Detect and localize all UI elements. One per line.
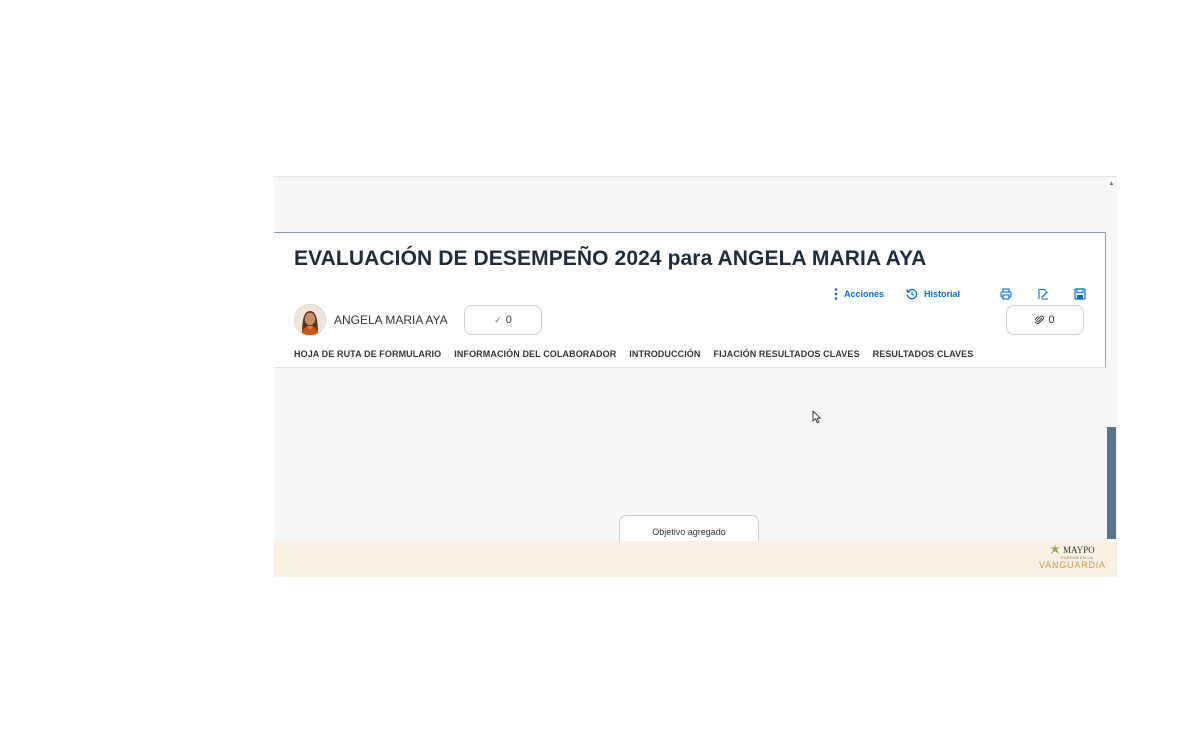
completed-counter-button[interactable]: ✓ 0 xyxy=(464,305,542,335)
app-window: EVALUACIÓN DE DESEMPEÑO 2024 para ANGELA… xyxy=(274,176,1117,577)
actions-button[interactable]: Acciones xyxy=(834,288,884,300)
object-page-header: EVALUACIÓN DE DESEMPEÑO 2024 para ANGELA… xyxy=(274,232,1106,368)
page-title: EVALUACIÓN DE DESEMPEÑO 2024 para ANGELA… xyxy=(294,247,927,270)
company-logo: MAYPO FUERZA EN LA VANGUARDIA xyxy=(1039,542,1105,576)
completed-count: 0 xyxy=(505,314,512,326)
header-toolbar: Acciones Historial xyxy=(834,285,1091,303)
star-icon xyxy=(1049,544,1061,555)
employee-name: ANGELA MARIA AYA xyxy=(334,313,448,327)
top-band xyxy=(274,177,1106,232)
attachments-button[interactable]: 0 xyxy=(1006,305,1084,335)
check-icon: ✓ xyxy=(494,314,502,325)
actions-label: Acciones xyxy=(843,289,884,299)
history-label: Historial xyxy=(923,289,960,299)
sign-document-icon[interactable] xyxy=(1032,288,1054,300)
history-button[interactable]: Historial xyxy=(906,288,960,300)
tab-introduccion[interactable]: INTRODUCCIÓN xyxy=(629,349,700,359)
tab-hoja-de-ruta[interactable]: HOJA DE RUTA DE FORMULARIO xyxy=(294,349,441,359)
attachments-count: 0 xyxy=(1048,314,1055,326)
print-icon[interactable] xyxy=(995,288,1017,300)
tab-informacion-colaborador[interactable]: INFORMACIÓN DEL COLABORADOR xyxy=(454,349,616,359)
vertical-scrollbar[interactable]: ▲ xyxy=(1106,177,1117,541)
more-vertical-icon xyxy=(834,288,838,300)
toast-text: Objetivo agregado xyxy=(652,527,726,537)
scroll-up-arrow-icon[interactable]: ▲ xyxy=(1106,179,1117,189)
mouse-cursor-icon xyxy=(812,410,822,429)
tab-resultados-claves[interactable]: RESULTADOS CLAVES xyxy=(873,349,974,359)
avatar xyxy=(294,304,326,336)
section-tabs: HOJA DE RUTA DE FORMULARIO INFORMACIÓN D… xyxy=(294,349,973,359)
logo-brand: MAYPO xyxy=(1049,544,1095,555)
employee-info: ANGELA MARIA AYA xyxy=(294,304,448,336)
logo-brand-text: MAYPO xyxy=(1063,544,1095,555)
logo-wordmark: VANGUARDIA xyxy=(1039,560,1106,570)
history-icon xyxy=(906,288,918,300)
save-icon[interactable] xyxy=(1069,288,1091,300)
scrollbar-thumb[interactable] xyxy=(1107,427,1116,539)
footer-bar: MAYPO FUERZA EN LA VANGUARDIA xyxy=(274,541,1117,577)
paperclip-icon xyxy=(1035,315,1045,325)
tab-fijacion-resultados-claves[interactable]: FIJACIÓN RESULTADOS CLAVES xyxy=(714,349,860,359)
